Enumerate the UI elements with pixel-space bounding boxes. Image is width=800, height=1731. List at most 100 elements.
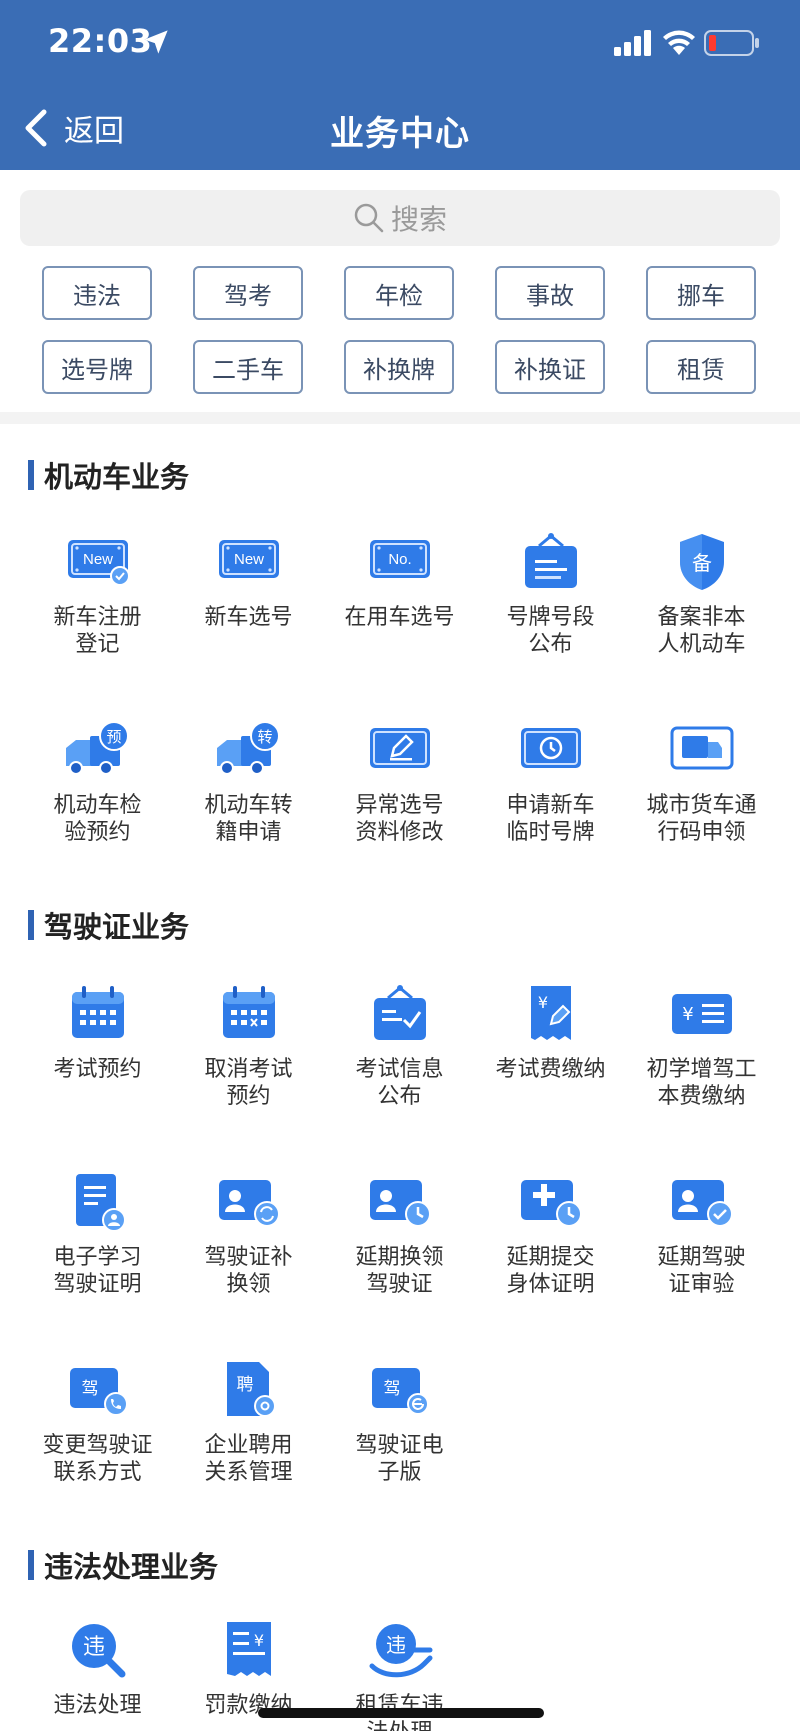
service-label: 申请新车 临时号牌 (506, 793, 595, 845)
service-temporary-plate[interactable]: 申请新车 临时号牌 (475, 718, 626, 906)
service-new-car-register[interactable]: New 新车注册 登记 (22, 530, 173, 718)
calendar-icon (71, 986, 124, 1038)
svg-text:¥: ¥ (682, 1004, 693, 1025)
section-title-license: 驾驶证业务 (28, 908, 189, 944)
chip-move-car[interactable]: 挪车 (646, 266, 756, 320)
chip-replace-plate[interactable]: 补换牌 (344, 340, 454, 394)
service-learner-fee[interactable]: ¥ 初学增驾工 本费缴纳 (626, 982, 777, 1170)
violation-search-icon: 违 (71, 1624, 125, 1678)
service-new-car-plate[interactable]: New 新车选号 (173, 530, 324, 718)
service-label: 变更驾驶证 联系方式 (42, 1433, 153, 1485)
service-label: 城市货车通 行码申领 (646, 793, 757, 845)
service-label: 异常选号 资料修改 (355, 793, 444, 845)
svg-text:驾: 驾 (81, 1379, 98, 1399)
service-in-use-plate[interactable]: No. 在用车选号 (324, 530, 475, 718)
fee-receipt-icon: ¥ (530, 986, 571, 1040)
service-label: 企业聘用 关系管理 (204, 1433, 293, 1485)
service-employment[interactable]: 聘 企业聘用 关系管理 (173, 1358, 324, 1546)
fine-receipt-icon: ¥ (226, 1622, 271, 1676)
svg-text:转: 转 (257, 728, 272, 746)
service-plate-notice[interactable]: 号牌号段 公布 (475, 530, 626, 718)
calendar-cancel-icon (222, 986, 275, 1038)
cargo-truck-icon (670, 726, 733, 770)
service-cargo-pass[interactable]: 城市货车通 行码申领 (626, 718, 777, 906)
service-cancel-appointment[interactable]: 取消考试 预约 (173, 982, 324, 1170)
svg-text:违: 违 (82, 1635, 104, 1660)
chip-replace-license[interactable]: 补换证 (495, 340, 605, 394)
service-exam-appointment[interactable]: 考试预约 (22, 982, 173, 1170)
service-label: 考试信息 公布 (355, 1057, 444, 1109)
service-label: 号牌号段 公布 (506, 605, 595, 657)
search-icon (354, 203, 384, 233)
svg-text:New: New (233, 551, 263, 568)
service-inspection-appointment[interactable]: 预 机动车检 验预约 (22, 718, 173, 906)
service-change-contact[interactable]: 驾 变更驾驶证 联系方式 (22, 1358, 173, 1546)
chip-accident[interactable]: 事故 (495, 266, 605, 320)
svg-text:违: 违 (386, 1633, 406, 1657)
chip-annual-inspection[interactable]: 年检 (344, 266, 454, 320)
service-label: 驾驶证补 换领 (204, 1245, 293, 1297)
service-abnormal-edit[interactable]: 异常选号 资料修改 (324, 718, 475, 906)
temporary-plate-icon (520, 728, 581, 768)
service-label: 备案非本 人机动车 (657, 605, 746, 657)
search-placeholder: 搜索 (390, 203, 447, 236)
svg-text:驾: 驾 (383, 1379, 400, 1399)
status-time: 22:03 (48, 22, 153, 60)
chip-select-plate[interactable]: 选号牌 (42, 340, 152, 394)
service-label: 新车选号 (204, 605, 293, 630)
svg-text:预: 预 (106, 728, 121, 746)
nav-bar: 返回 业务中心 (0, 88, 800, 168)
service-label: 在用车选号 (344, 605, 455, 630)
service-label: 新车注册 登记 (53, 605, 142, 657)
svg-text:¥: ¥ (253, 1631, 263, 1650)
cellular-signal-icon (614, 30, 651, 56)
home-indicator[interactable] (258, 1708, 544, 1718)
vehicle-services-grid: New 新车注册 登记 New 新车选号 No. 在用车选号 号牌号段 公布 备… (22, 530, 778, 906)
service-record-vehicle[interactable]: 备 备案非本 人机动车 (626, 530, 777, 718)
truck-transfer-icon: 转 (216, 721, 280, 775)
record-shield-icon: 备 (679, 534, 724, 590)
svg-text:New: New (82, 551, 112, 568)
service-exam-info[interactable]: 考试信息 公布 (324, 982, 475, 1170)
medical-clock-icon (520, 1180, 582, 1227)
service-label: 违法处理 (53, 1693, 142, 1718)
svg-text:备: 备 (692, 551, 712, 575)
service-delay-review[interactable]: 延期驾驶 证审验 (626, 1170, 777, 1358)
chip-rental[interactable]: 租赁 (646, 340, 756, 394)
new-plate-icon: New (218, 540, 279, 578)
service-label: 机动车检 验预约 (53, 793, 142, 845)
status-bar: 22:03 (0, 0, 800, 88)
app-header: 22:03 返回 业务中心 (0, 0, 800, 170)
service-e-license[interactable]: 驾 驾驶证电 子版 (324, 1358, 475, 1546)
chip-driving-test[interactable]: 驾考 (193, 266, 303, 320)
service-violation-handle[interactable]: 违 违法处理 (22, 1618, 173, 1731)
service-label: 延期驾驶 证审验 (657, 1245, 746, 1297)
wifi-icon (663, 30, 695, 55)
quick-filter-chips: 违法 驾考 年检 事故 挪车 选号牌 二手车 补换牌 补换证 租赁 (42, 266, 762, 394)
battery-low-icon (704, 30, 759, 56)
rental-violation-icon: 违 (369, 1624, 432, 1678)
plate-notice-icon (524, 533, 577, 588)
edit-card-icon (369, 728, 430, 768)
service-license-renew[interactable]: 驾驶证补 换领 (173, 1170, 324, 1358)
license-phone-icon: 驾 (69, 1368, 128, 1416)
license-services-grid: 考试预约 取消考试 预约 考试信息 公布 ¥ 考试费缴纳 ¥ 初学增驾工 本费缴… (22, 982, 778, 1546)
location-arrow-icon (144, 30, 168, 54)
number-plate-icon: No. (369, 540, 430, 578)
service-delay-renew[interactable]: 延期换领 驾驶证 (324, 1170, 475, 1358)
service-delay-medical[interactable]: 延期提交 身体证明 (475, 1170, 626, 1358)
service-exam-fee[interactable]: ¥ 考试费缴纳 (475, 982, 626, 1170)
search-input[interactable]: 搜索 (20, 190, 780, 246)
chip-violation[interactable]: 违法 (42, 266, 152, 320)
service-label: 机动车转 籍申请 (204, 793, 293, 845)
license-clock-icon (369, 1180, 431, 1227)
service-e-learning-proof[interactable]: 电子学习 驾驶证明 (22, 1170, 173, 1358)
service-label: 延期提交 身体证明 (506, 1245, 595, 1297)
license-refresh-icon (218, 1180, 280, 1227)
svg-text:No.: No. (388, 551, 411, 568)
employment-gear-icon: 聘 (226, 1362, 276, 1417)
e-document-icon (75, 1174, 126, 1232)
chip-used-car[interactable]: 二手车 (193, 340, 303, 394)
service-transfer-apply[interactable]: 转 机动车转 籍申请 (173, 718, 324, 906)
license-check-icon (671, 1180, 733, 1227)
